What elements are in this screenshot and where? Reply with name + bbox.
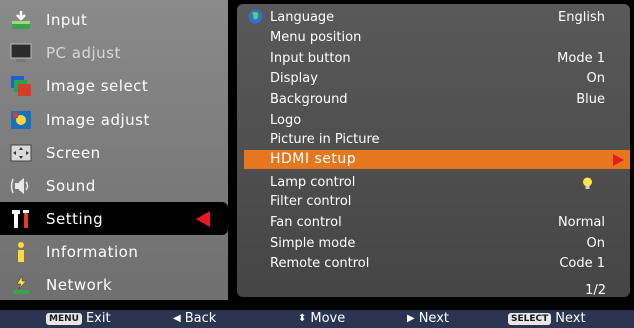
setting-row-display[interactable]: Display On — [237, 70, 630, 87]
up-down-arrow-icon: ⬍ — [298, 313, 307, 324]
menu-item-screen[interactable]: Screen — [0, 136, 228, 169]
setting-label: Background — [270, 92, 348, 107]
image-select-icon — [10, 75, 32, 97]
setting-label: Simple mode — [270, 236, 356, 251]
menu-item-setting[interactable]: Setting — [0, 202, 228, 235]
image-adjust-icon — [10, 109, 32, 131]
setting-value: On — [586, 236, 605, 251]
footer-exit-label: Exit — [85, 311, 111, 326]
setting-row-picture-in-picture[interactable]: Picture in Picture — [237, 131, 630, 148]
lamp-icon — [582, 177, 593, 194]
setting-submenu: Language English Menu position Input but… — [232, 0, 634, 300]
footer-help-bar: MENU Exit ◀ Back ⬍ Move ▶ Next SELECT Ne… — [0, 310, 634, 328]
left-arrow-icon: ◀ — [173, 313, 181, 324]
setting-label: Menu position — [270, 30, 362, 45]
setting-value: On — [586, 71, 605, 86]
setting-row-hdmi-setup[interactable]: HDMI setup — [244, 150, 630, 169]
menu-item-label: Image adjust — [46, 110, 150, 129]
setting-label: HDMI setup — [270, 151, 357, 167]
setting-value: Code 1 — [559, 256, 605, 271]
footer-select-next-label: Next — [555, 311, 586, 326]
pc-adjust-icon — [10, 42, 32, 64]
submenu-arrow-icon — [613, 154, 624, 166]
setting-label: Lamp control — [270, 175, 356, 190]
footer-next-label: Next — [418, 311, 449, 326]
menu-item-label: Setting — [46, 209, 104, 228]
setting-label: Display — [270, 71, 318, 86]
setting-row-fan-control[interactable]: Fan control Normal — [237, 214, 630, 231]
page-indicator: 1/2 — [585, 283, 606, 298]
main-menu: Input PC adjust Image select Image adjus… — [0, 0, 228, 300]
setting-row-remote-control[interactable]: Remote control Code 1 — [237, 255, 630, 272]
footer-select-next: SELECT Next — [508, 311, 586, 326]
setting-row-logo[interactable]: Logo — [237, 112, 630, 129]
setting-label: Logo — [270, 113, 302, 128]
menu-item-label: PC adjust — [46, 43, 121, 62]
setting-icon — [10, 208, 32, 230]
footer-move: ⬍ Move — [298, 311, 345, 326]
menu-item-sound[interactable]: Sound — [0, 169, 228, 202]
setting-value: Mode 1 — [557, 51, 605, 66]
menu-item-label: Sound — [46, 176, 96, 195]
setting-value: Blue — [576, 92, 605, 107]
information-icon — [10, 241, 32, 263]
setting-row-input-button[interactable]: Input button Mode 1 — [237, 50, 630, 67]
setting-label: Language — [270, 10, 335, 25]
selection-arrow-icon — [196, 211, 210, 227]
menu-item-label: Information — [46, 242, 139, 261]
setting-label: Picture in Picture — [270, 132, 380, 147]
menu-item-label: Input — [46, 10, 88, 29]
menu-item-label: Network — [46, 275, 113, 294]
screen-icon — [10, 142, 32, 164]
select-key-icon: SELECT — [508, 312, 552, 325]
footer-back-label: Back — [184, 311, 217, 326]
setting-label: Remote control — [270, 256, 370, 271]
setting-row-language[interactable]: Language English — [237, 9, 630, 26]
menu-item-image-adjust[interactable]: Image adjust — [0, 103, 228, 136]
setting-row-filter-control[interactable]: Filter control — [237, 193, 630, 210]
menu-item-pc-adjust[interactable]: PC adjust — [0, 36, 228, 69]
setting-list: Language English Menu position Input but… — [237, 4, 630, 298]
right-arrow-icon: ▶ — [407, 313, 415, 324]
setting-row-background[interactable]: Background Blue — [237, 91, 630, 108]
setting-label: Filter control — [270, 194, 352, 209]
setting-row-simple-mode[interactable]: Simple mode On — [237, 235, 630, 252]
menu-key-icon: MENU — [46, 312, 82, 325]
setting-label: Input button — [270, 51, 351, 66]
setting-value: Normal — [557, 215, 605, 230]
sound-icon — [10, 175, 32, 197]
input-icon — [10, 9, 32, 31]
setting-label: Fan control — [270, 215, 342, 230]
setting-row-lamp-control[interactable]: Lamp control — [237, 174, 630, 191]
projector-menu-screen: Input PC adjust Image select Image adjus… — [0, 0, 634, 328]
menu-item-label: Image select — [46, 76, 149, 95]
footer-exit: MENU Exit — [46, 311, 111, 326]
network-icon — [10, 274, 32, 296]
menu-item-input[interactable]: Input — [0, 3, 228, 36]
footer-back: ◀ Back — [173, 311, 216, 326]
menu-item-image-select[interactable]: Image select — [0, 69, 228, 102]
footer-move-label: Move — [310, 311, 346, 326]
menu-item-information[interactable]: Information — [0, 235, 228, 268]
menu-item-network[interactable]: Network — [0, 268, 228, 301]
menu-item-label: Screen — [46, 143, 101, 162]
setting-value: English — [558, 10, 605, 25]
footer-next: ▶ Next — [407, 311, 449, 326]
setting-row-menu-position[interactable]: Menu position — [237, 29, 630, 46]
